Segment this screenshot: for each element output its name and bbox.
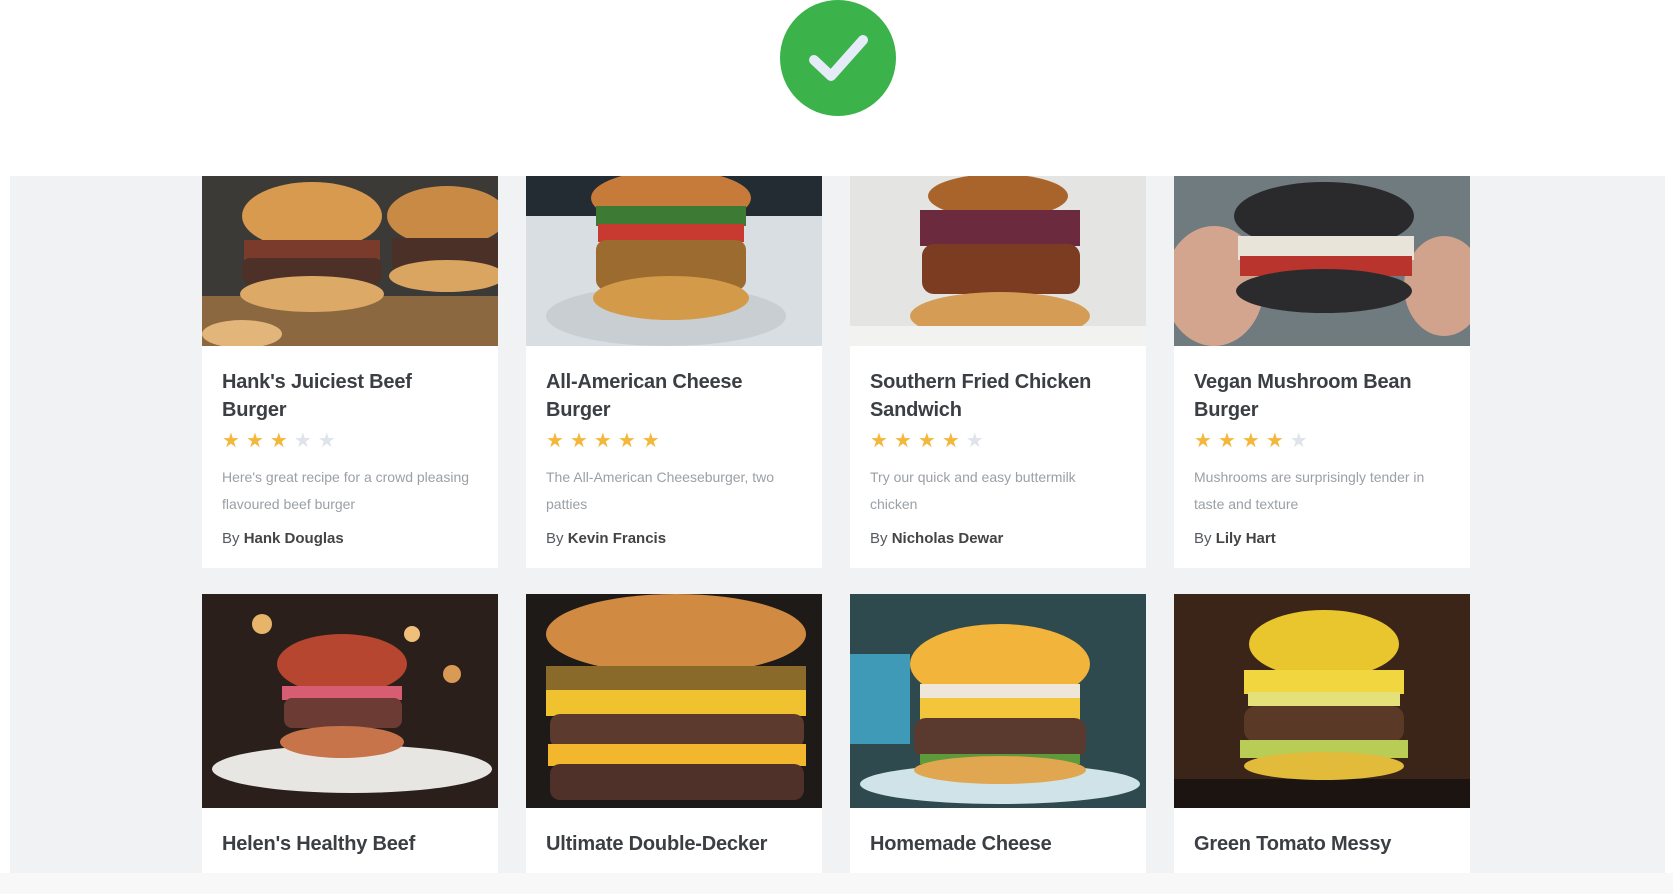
star-icon: ★ — [617, 430, 636, 452]
star-icon: ★ — [293, 430, 312, 452]
bottom-strip — [0, 873, 1673, 894]
rating-stars: ★ ★ ★ ★ ★ — [546, 430, 802, 452]
checkmark-icon — [809, 35, 868, 81]
star-icon: ★ — [317, 430, 336, 452]
recipe-author: By Hank Douglas — [222, 530, 478, 547]
rating-stars: ★ ★ ★ ★ ★ — [222, 430, 478, 452]
star-icon: ★ — [1217, 430, 1236, 452]
star-icon: ★ — [222, 430, 240, 452]
recipe-card[interactable]: Ultimate Double-Decker — [526, 594, 822, 873]
recipe-author: By Lily Hart — [1194, 530, 1450, 547]
recipe-card[interactable]: Green Tomato Messy — [1174, 594, 1470, 873]
star-icon: ★ — [1194, 430, 1212, 452]
star-icon: ★ — [893, 430, 912, 452]
author-prefix: By — [1194, 530, 1212, 547]
recipe-image[interactable] — [850, 176, 1146, 346]
recipe-description: Mushrooms are surprisingly tender in tas… — [1194, 469, 1425, 512]
rating-stars: ★ ★ ★ ★ ★ — [870, 430, 1126, 452]
author-name[interactable]: Kevin Francis — [568, 530, 666, 547]
recipe-title[interactable]: Green Tomato Messy — [1194, 830, 1450, 858]
recipe-card[interactable]: Helen's Healthy Beef — [202, 594, 498, 873]
star-icon: ★ — [269, 430, 288, 452]
recipe-card[interactable]: Southern Fried Chicken Sandwich ★ ★ ★ ★ … — [850, 176, 1146, 568]
star-icon: ★ — [569, 430, 588, 452]
recipe-card[interactable]: Hank's Juiciest Beef Burger ★ ★ ★ ★ ★ He… — [202, 176, 498, 568]
star-icon: ★ — [870, 430, 888, 452]
recipe-title[interactable]: Southern Fried Chicken Sandwich — [870, 368, 1126, 424]
recipe-card[interactable]: Homemade Cheese — [850, 594, 1146, 873]
recipe-title[interactable]: Hank's Juiciest Beef Burger — [222, 368, 478, 424]
recipe-image[interactable] — [1174, 176, 1470, 346]
page: Hank's Juiciest Beef Burger ★ ★ ★ ★ ★ He… — [0, 0, 1673, 894]
recipe-title[interactable]: Homemade Cheese — [870, 830, 1126, 858]
recipe-description: Here's great recipe for a crowd pleasing… — [222, 469, 470, 512]
star-icon: ★ — [1289, 430, 1308, 452]
recipe-description: Try our quick and easy buttermilk chicke… — [870, 469, 1076, 512]
recipe-image[interactable] — [1174, 594, 1470, 808]
author-name[interactable]: Hank Douglas — [244, 530, 344, 547]
recipe-image[interactable] — [850, 594, 1146, 808]
recipe-image[interactable] — [202, 594, 498, 808]
star-icon: ★ — [641, 430, 660, 452]
star-icon: ★ — [1265, 430, 1284, 452]
star-icon: ★ — [245, 430, 264, 452]
star-icon: ★ — [546, 430, 564, 452]
star-icon: ★ — [965, 430, 984, 452]
recipe-grid: Hank's Juiciest Beef Burger ★ ★ ★ ★ ★ He… — [202, 176, 1482, 873]
recipe-author: By Nicholas Dewar — [870, 530, 1126, 547]
recipe-author: By Kevin Francis — [546, 530, 802, 547]
star-icon: ★ — [593, 430, 612, 452]
recipe-title[interactable]: Ultimate Double-Decker — [546, 830, 802, 858]
recipe-card[interactable]: All-American Cheese Burger ★ ★ ★ ★ ★ The… — [526, 176, 822, 568]
recipe-image[interactable] — [202, 176, 498, 346]
recipe-image[interactable] — [526, 176, 822, 346]
star-icon: ★ — [941, 430, 960, 452]
recipe-title[interactable]: Helen's Healthy Beef — [222, 830, 478, 858]
recipe-title[interactable]: All-American Cheese Burger — [546, 368, 802, 424]
recipe-description: The All-American Cheeseburger, two patti… — [546, 469, 774, 512]
star-icon: ★ — [917, 430, 936, 452]
star-icon: ★ — [1241, 430, 1260, 452]
author-prefix: By — [222, 530, 240, 547]
success-badge — [780, 0, 896, 116]
author-prefix: By — [870, 530, 888, 547]
author-name[interactable]: Nicholas Dewar — [892, 530, 1004, 547]
author-prefix: By — [546, 530, 564, 547]
recipe-image[interactable] — [526, 594, 822, 808]
recipe-card[interactable]: Vegan Mushroom Bean Burger ★ ★ ★ ★ ★ Mus… — [1174, 176, 1470, 568]
recipe-title[interactable]: Vegan Mushroom Bean Burger — [1194, 368, 1450, 424]
rating-stars: ★ ★ ★ ★ ★ — [1194, 430, 1450, 452]
author-name[interactable]: Lily Hart — [1216, 530, 1276, 547]
recipe-panel: Hank's Juiciest Beef Burger ★ ★ ★ ★ ★ He… — [10, 176, 1665, 873]
